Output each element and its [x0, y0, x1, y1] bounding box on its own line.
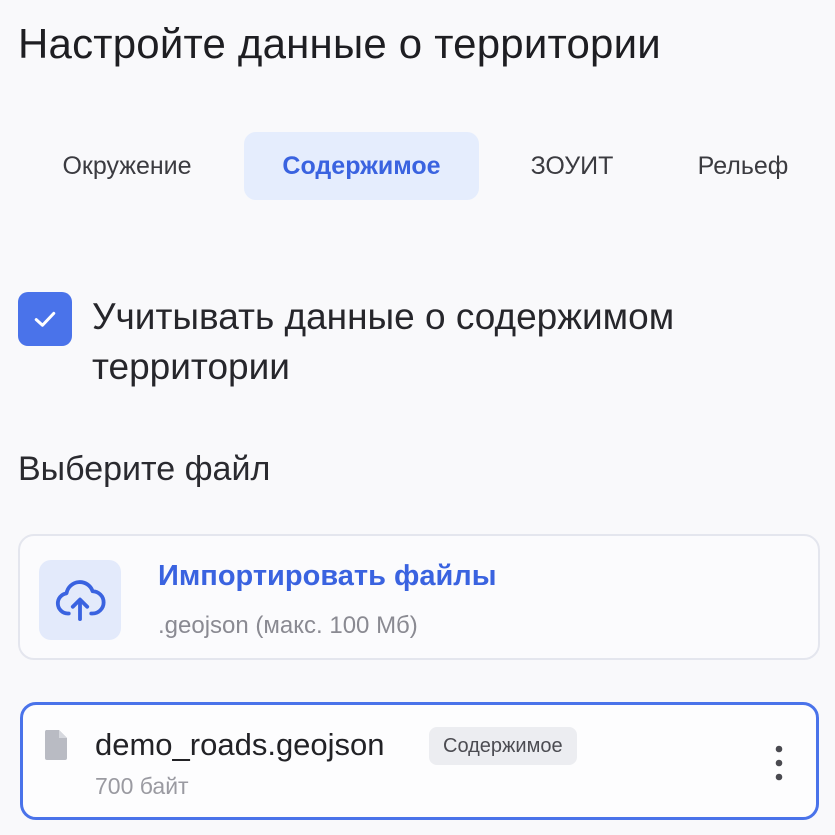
territory-settings-panel: Настройте данные о территории Окружение …	[0, 0, 835, 835]
page-title: Настройте данные о территории	[18, 20, 661, 67]
tab-environment[interactable]: Окружение	[30, 132, 224, 200]
tab-content[interactable]: Содержимое	[244, 132, 479, 200]
include-content-checkbox[interactable]	[18, 292, 72, 346]
file-section-label: Выберите файл	[18, 450, 271, 488]
file-type-badge: Содержимое	[429, 727, 577, 765]
document-icon	[44, 730, 67, 760]
tab-bar: Окружение Содержимое ЗОУИТ Рельеф	[18, 132, 823, 200]
import-files-dropzone[interactable]: Импортировать файлы .geojson (макс. 100 …	[18, 534, 820, 660]
checkmark-icon	[34, 311, 56, 327]
file-size: 700 байт	[95, 773, 189, 799]
cloud-upload-icon	[55, 580, 106, 622]
import-format-hint: .geojson (макс. 100 Мб)	[158, 612, 418, 639]
tab-relief[interactable]: Рельеф	[668, 132, 818, 200]
more-options-button[interactable]	[770, 741, 788, 785]
file-name: demo_roads.geojson	[95, 727, 385, 762]
upload-tile	[39, 560, 121, 640]
more-vertical-icon	[775, 745, 783, 781]
uploaded-file-card[interactable]: demo_roads.geojson Содержимое 700 байт	[20, 702, 819, 820]
include-content-label: Учитывать данные о содержимом территории	[92, 296, 675, 387]
import-files-link[interactable]: Импортировать файлы	[158, 560, 497, 593]
tab-zouit[interactable]: ЗОУИТ	[504, 132, 640, 200]
